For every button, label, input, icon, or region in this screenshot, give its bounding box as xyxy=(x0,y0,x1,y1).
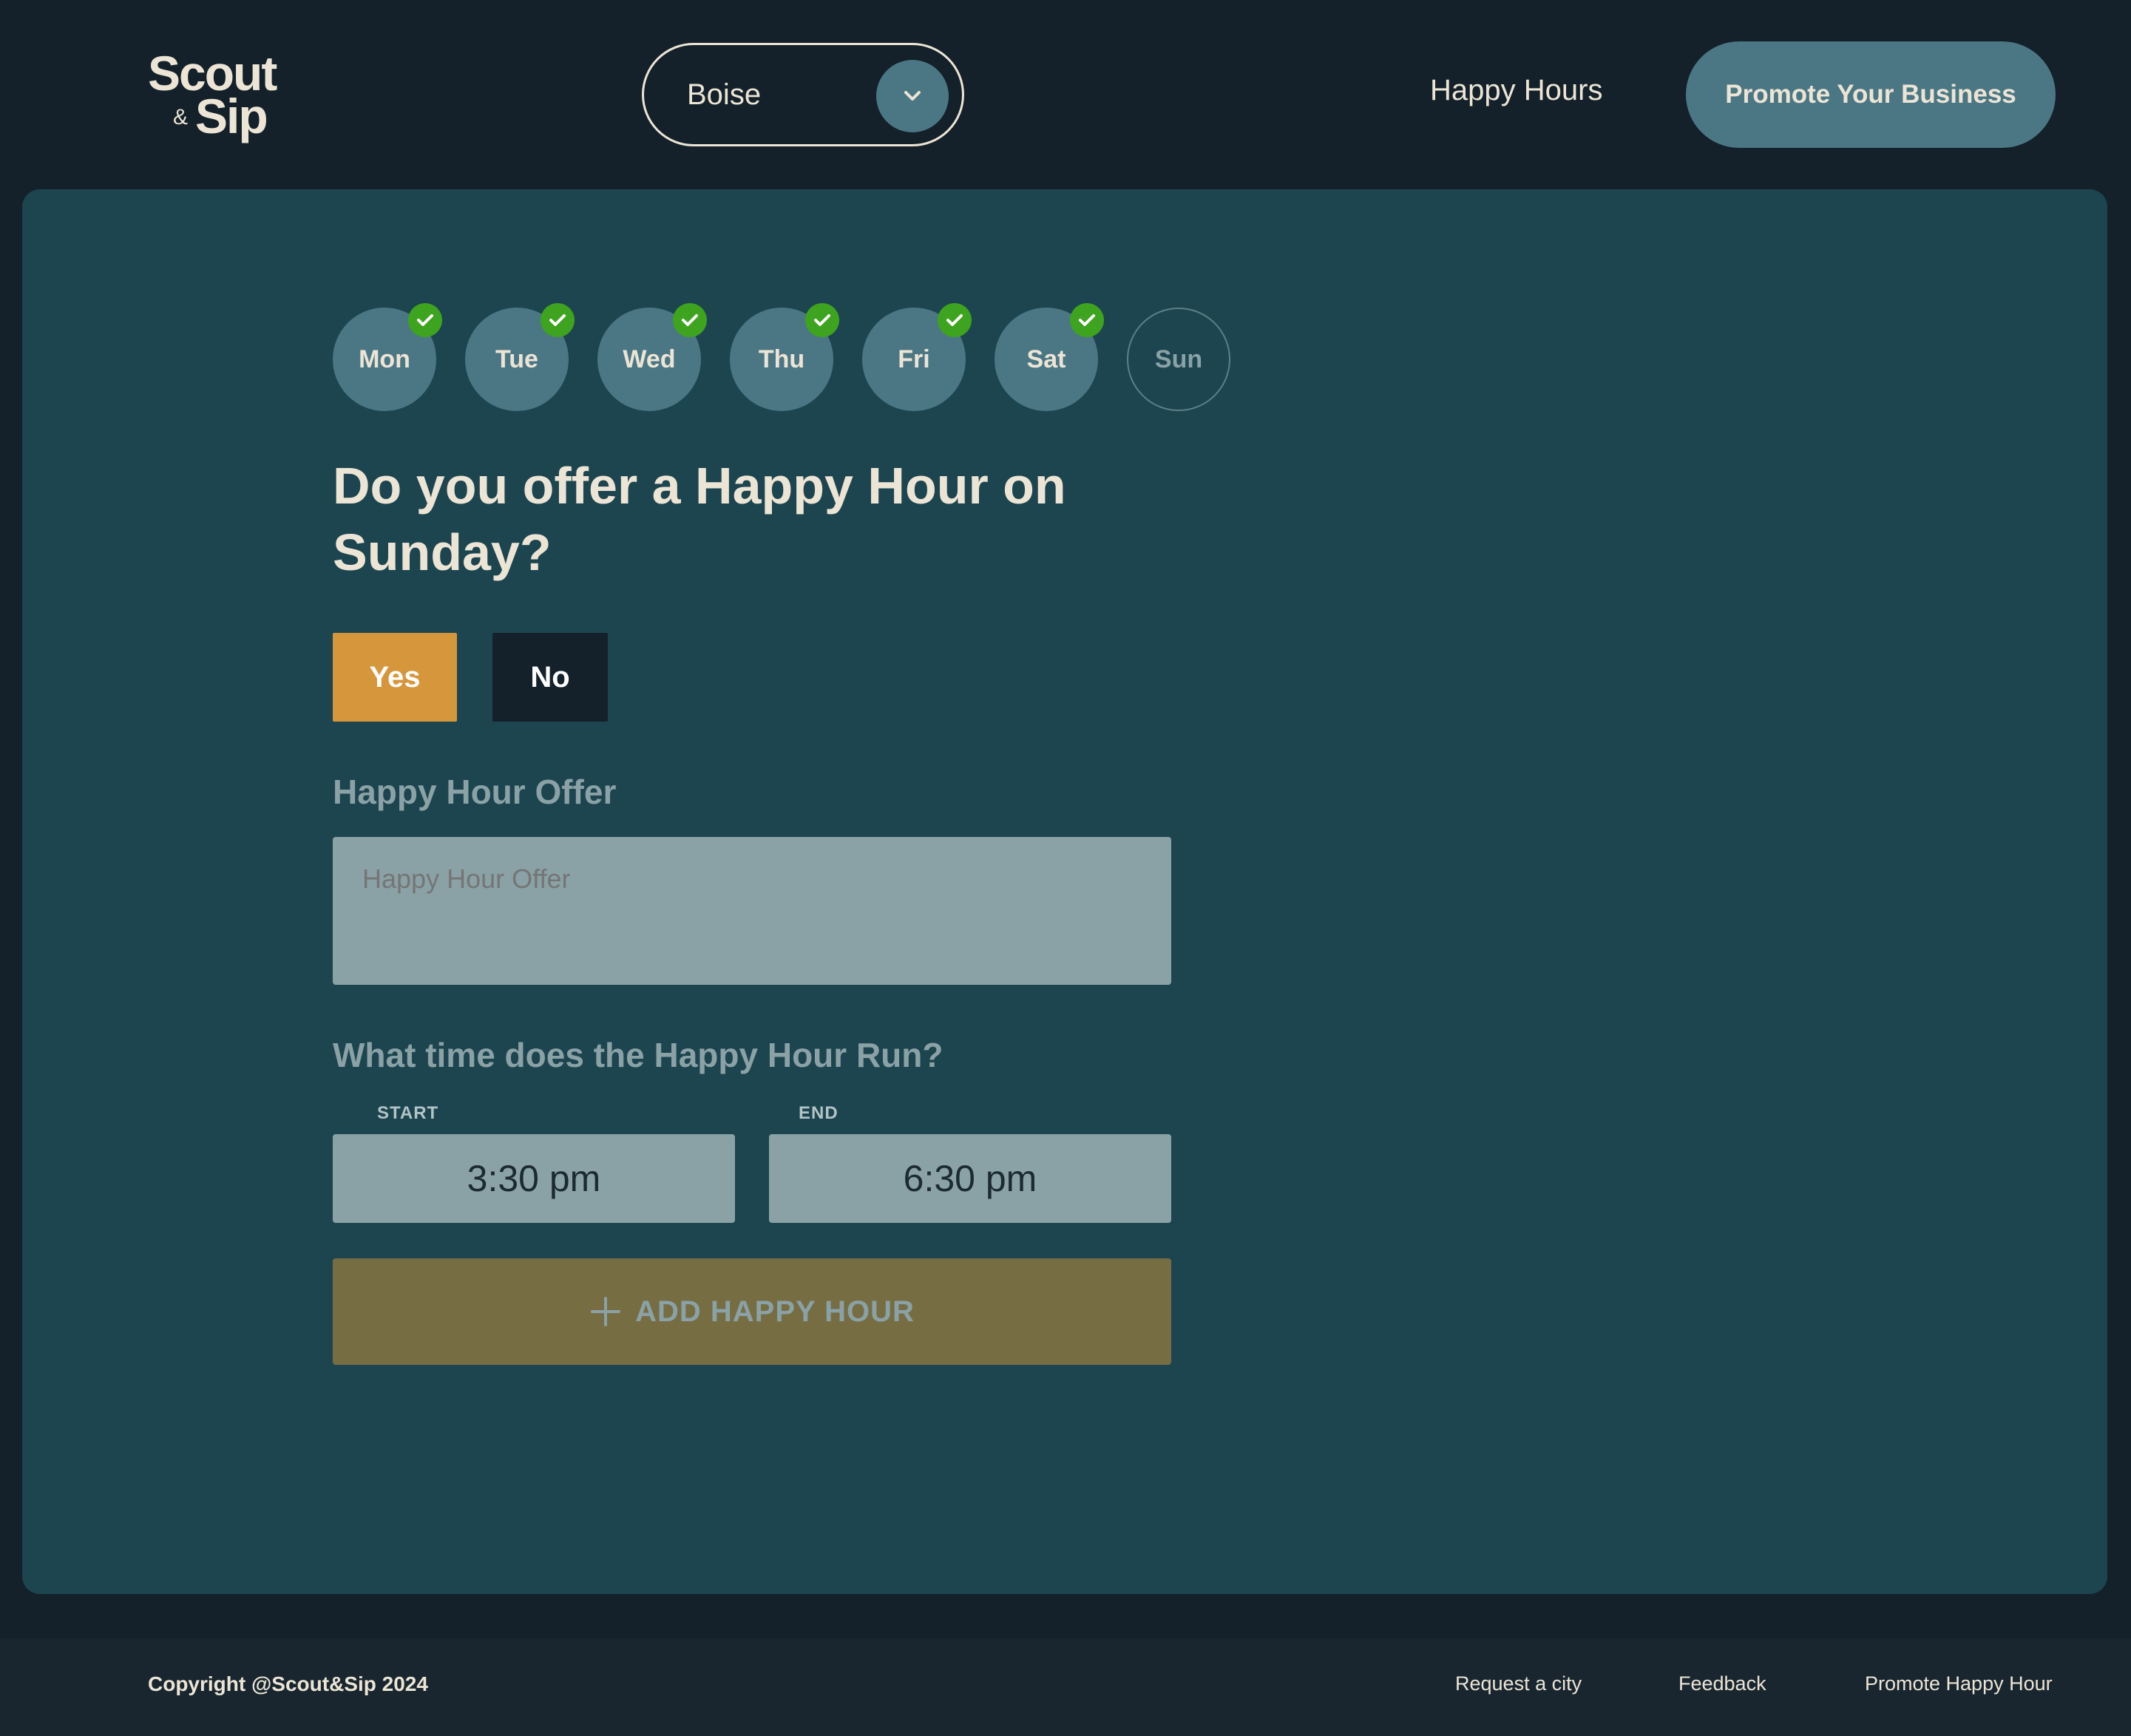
end-time-input[interactable]: 6:30 pm xyxy=(769,1134,1171,1223)
start-time-input[interactable]: 3:30 pm xyxy=(333,1134,735,1223)
plus-icon xyxy=(589,1295,622,1328)
footer-link-request-city[interactable]: Request a city xyxy=(1455,1672,1582,1695)
page-question: Do you offer a Happy Hour on Sunday? xyxy=(333,457,1066,581)
logo[interactable]: Scout & Sip xyxy=(148,49,296,145)
day-sat[interactable]: Sat xyxy=(995,303,1104,411)
footer-link-promote-happy-hour[interactable]: Promote Happy Hour xyxy=(1865,1672,2053,1695)
day-label: Wed xyxy=(623,345,676,373)
checkmark-icon xyxy=(1070,303,1104,337)
offer-input[interactable] xyxy=(333,837,1171,985)
checkmark-icon xyxy=(408,303,442,337)
checkmark-icon xyxy=(541,303,575,337)
day-label: Tue xyxy=(495,345,538,373)
end-time-value: 6:30 pm xyxy=(903,1158,1037,1199)
checkmark-icon xyxy=(805,303,839,337)
footer: Copyright @Scout&Sip 2024 Request a city… xyxy=(0,1638,2131,1736)
chevron-down-icon xyxy=(876,60,949,132)
no-button[interactable]: No xyxy=(492,633,608,722)
copyright-text: Copyright @Scout&Sip 2024 xyxy=(148,1672,428,1695)
start-time-value: 3:30 pm xyxy=(467,1158,601,1199)
logo-ampersand: & xyxy=(173,105,189,129)
city-select[interactable]: Boise xyxy=(642,43,964,146)
day-mon[interactable]: Mon xyxy=(333,303,442,411)
day-label: Fri xyxy=(898,345,930,373)
promote-business-button[interactable]: Promote Your Business xyxy=(1686,41,2056,148)
app-root: Scout & Sip Boise Happy Hours Promote Yo… xyxy=(0,0,2131,1736)
day-label: Mon xyxy=(359,345,410,373)
yes-button[interactable]: Yes xyxy=(333,633,457,722)
nav-happy-hours[interactable]: Happy Hours xyxy=(1430,74,1602,107)
add-happy-hour-label: ADD HAPPY HOUR xyxy=(635,1295,915,1328)
day-label: Thu xyxy=(758,345,805,373)
offer-label: Happy Hour Offer xyxy=(333,773,617,811)
day-thu[interactable]: Thu xyxy=(730,303,839,411)
logo-word-sip: Sip xyxy=(195,89,268,143)
start-caption: START xyxy=(377,1103,439,1123)
day-tue[interactable]: Tue xyxy=(465,303,575,411)
footer-link-feedback[interactable]: Feedback xyxy=(1678,1672,1766,1695)
end-caption: END xyxy=(799,1103,838,1123)
day-label: Sat xyxy=(1026,345,1066,373)
add-happy-hour-button[interactable]: ADD HAPPY HOUR xyxy=(333,1258,1171,1365)
checkmark-icon xyxy=(673,303,707,337)
day-label: Sun xyxy=(1154,345,1203,373)
time-label: What time does the Happy Hour Run? xyxy=(333,1036,943,1074)
day-sun[interactable]: Sun xyxy=(1127,308,1230,411)
day-wed[interactable]: Wed xyxy=(597,303,707,411)
day-fri[interactable]: Fri xyxy=(862,303,972,411)
checkmark-icon xyxy=(938,303,972,337)
city-select-value: Boise xyxy=(687,78,762,111)
